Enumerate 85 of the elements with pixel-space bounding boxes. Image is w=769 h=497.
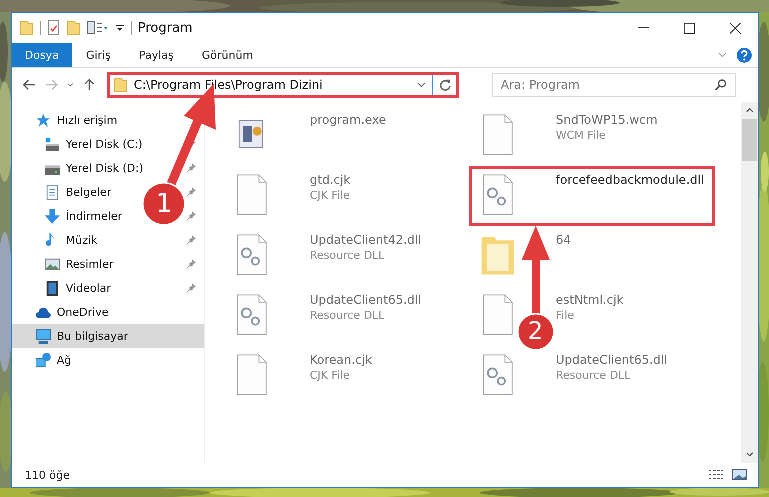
file-icon[interactable] [480, 293, 516, 337]
pin-icon[interactable] [186, 283, 196, 293]
tiles-view-icon[interactable] [732, 469, 748, 481]
pin-icon[interactable] [186, 187, 196, 197]
gears-file-icon[interactable] [480, 173, 516, 217]
file-type: CJK File [310, 189, 351, 202]
sidebar-item[interactable]: Hızlı erişim [57, 114, 118, 126]
pin-icon[interactable] [186, 259, 196, 269]
sidebar-item[interactable]: Belgeler [66, 186, 112, 198]
sidebar-item[interactable]: OneDrive [57, 306, 109, 318]
scrollbar[interactable] [741, 102, 758, 463]
file-type: Resource DLL [310, 249, 386, 262]
ribbon-tab[interactable]: Dosya [12, 43, 72, 67]
file-name[interactable]: Korean.cjk [310, 353, 372, 367]
gears-file-icon[interactable] [480, 353, 516, 397]
expand-ribbon-icon[interactable] [718, 52, 727, 58]
film-icon [45, 280, 60, 296]
refresh-icon[interactable] [439, 78, 452, 92]
back-icon[interactable] [23, 79, 36, 91]
sidebar-item[interactable]: Ağ [57, 354, 72, 366]
view-icon[interactable] [87, 20, 109, 36]
customize-icon[interactable] [115, 23, 125, 33]
sidebar-item[interactable]: Videolar [66, 282, 112, 294]
image-icon [45, 256, 60, 272]
download-icon [45, 208, 60, 224]
dropdown-icon[interactable] [417, 82, 426, 88]
file-name[interactable]: forcefeedbackmodule.dll [556, 173, 704, 187]
star-icon [36, 112, 51, 128]
sidebar-item[interactable]: Bu bilgisayar [12, 324, 204, 348]
properties-icon[interactable] [47, 20, 61, 36]
file-name[interactable]: gtd.cjk [310, 173, 351, 187]
recent-icon[interactable] [67, 82, 74, 88]
file-type: Resource DLL [310, 309, 386, 322]
callout-number: 2 [528, 319, 544, 343]
file-name[interactable]: UpdateClient65.dll [310, 293, 422, 307]
ribbon-tab[interactable]: Görünüm [188, 43, 268, 67]
monitor-icon [36, 328, 51, 344]
pin-icon[interactable] [186, 235, 196, 245]
network-icon [36, 352, 51, 368]
file-name[interactable]: UpdateClient65.dll [556, 353, 668, 367]
folder-icon[interactable] [20, 20, 34, 36]
ribbon-tab[interactable]: Paylaş [125, 43, 188, 67]
window-title: Program [138, 20, 193, 36]
scroll-up-icon[interactable] [746, 108, 754, 113]
file-name[interactable]: program.exe [310, 113, 386, 127]
sidebar-item[interactable]: Resimler [66, 258, 114, 270]
item-count: 110 öğe [25, 468, 70, 482]
file-name[interactable]: estNtml.cjk [556, 293, 624, 307]
file-type: File [556, 309, 576, 322]
drive-icon [45, 136, 60, 152]
scroll-down-icon[interactable] [746, 452, 754, 457]
maximize-icon[interactable] [684, 22, 694, 34]
sidebar-item[interactable]: Yerel Disk (D:) [66, 162, 144, 174]
search-icon[interactable] [715, 79, 727, 91]
file-icon[interactable] [480, 113, 516, 157]
pin-icon[interactable] [186, 163, 196, 173]
minimize-icon[interactable] [638, 27, 648, 29]
details-view-icon[interactable] [708, 469, 724, 481]
file-type: Resource DLL [556, 369, 632, 382]
search-field[interactable]: Ara: Program [492, 73, 736, 97]
address-path: C:\Program Files\Program Dizini [134, 78, 324, 92]
sidebar-item[interactable]: Yerel Disk (C:) [66, 138, 143, 150]
file-type: WCM File [556, 129, 607, 142]
callout-number: 1 [156, 191, 173, 217]
new-folder-icon[interactable] [67, 20, 81, 36]
address-field[interactable]: C:\Program Files\Program Dizini [107, 72, 459, 98]
folder-icon [114, 77, 128, 93]
pin-icon[interactable] [186, 211, 196, 221]
up-icon[interactable] [83, 79, 96, 91]
file-icon[interactable] [234, 173, 270, 217]
gears-file-icon[interactable] [234, 293, 270, 337]
file-name[interactable]: SndToWP15.wcm [556, 113, 658, 127]
ribbon-tab[interactable]: Giriş [72, 43, 126, 67]
sidebar-item[interactable]: İndirmeler [66, 210, 122, 222]
file-name[interactable]: 64 [556, 233, 572, 247]
gears-file-icon[interactable] [234, 233, 270, 277]
file-icon[interactable] [234, 353, 270, 397]
forward-icon[interactable] [45, 79, 58, 91]
file-type: CJK File [310, 369, 352, 382]
sidebar-item[interactable]: Müzik [66, 234, 98, 246]
file-name[interactable]: UpdateClient42.dll [310, 233, 422, 247]
document-icon [45, 184, 60, 200]
close-icon[interactable] [730, 22, 740, 34]
help-icon[interactable] [737, 48, 752, 62]
scroll-thumb[interactable] [742, 119, 757, 161]
